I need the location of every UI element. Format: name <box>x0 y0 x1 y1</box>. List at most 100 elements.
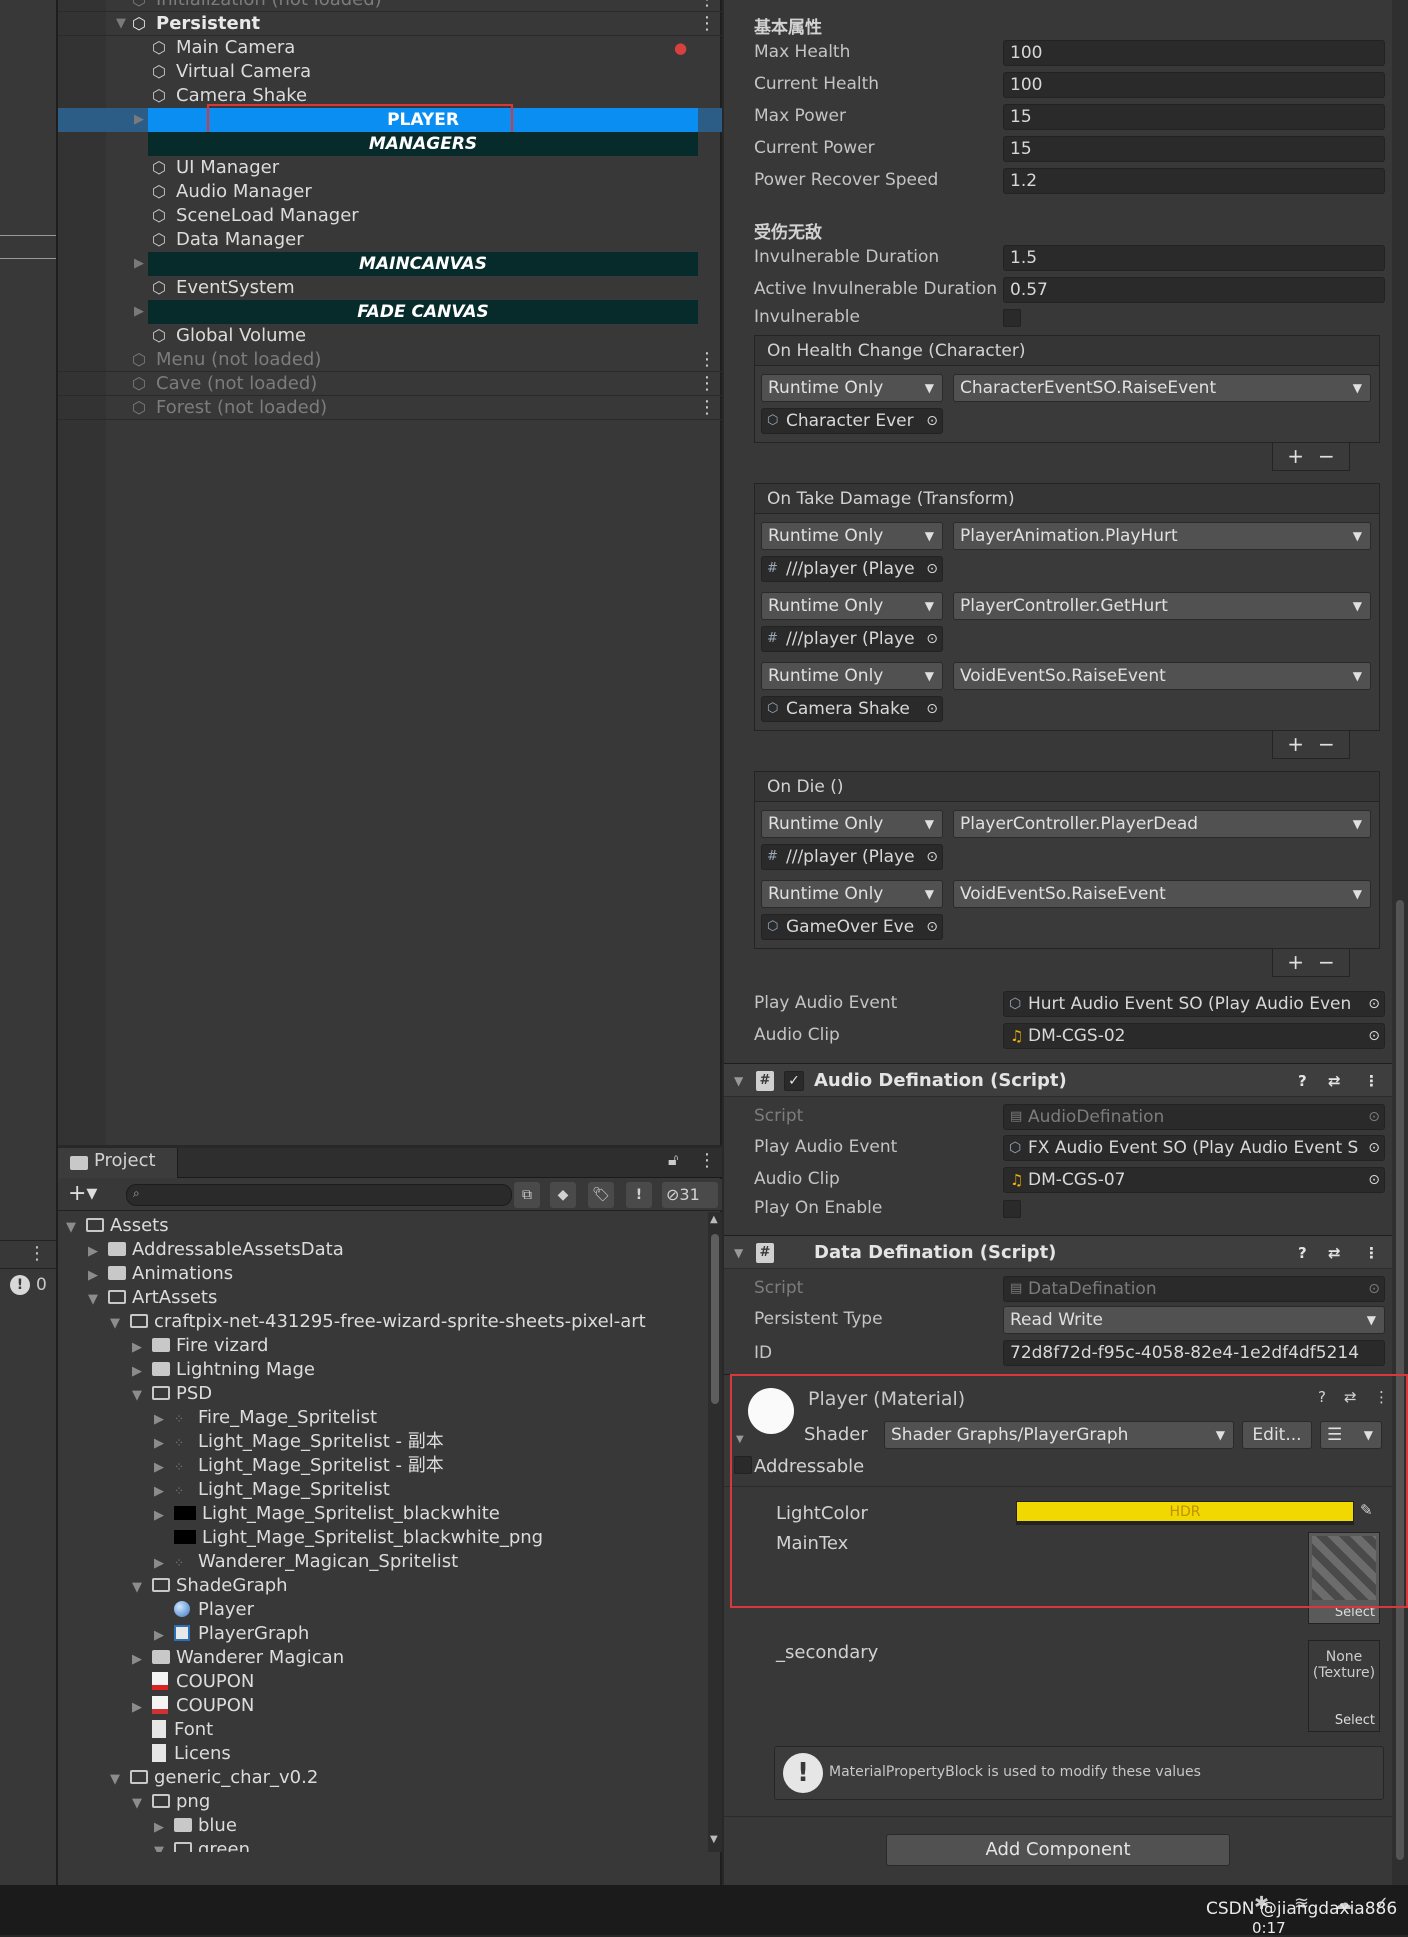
list-item[interactable]: Licens <box>132 1742 231 1766</box>
object-picker-icon[interactable]: ⊙ <box>926 915 938 939</box>
minus-icon[interactable]: − <box>1318 444 1335 468</box>
list-item[interactable]: ▼ ArtAssets <box>88 1286 217 1310</box>
foldout-icon[interactable]: ▼ <box>154 1840 168 1852</box>
hierarchy-row[interactable]: MAINCANVAS ▶ <box>58 252 722 276</box>
list-item[interactable]: ▼ Assets <box>66 1214 169 1238</box>
foldout-icon[interactable]: ▶ <box>154 1456 168 1480</box>
scroll-up-icon[interactable]: ▲ <box>710 1214 718 1225</box>
list-item[interactable]: Font <box>132 1718 213 1742</box>
object-picker-icon[interactable]: ⊙ <box>926 409 938 433</box>
audio-clip-field[interactable]: ♫ DM-CGS-07 ⊙ <box>1003 1167 1385 1193</box>
more-icon[interactable]: ⋮ <box>698 0 716 12</box>
enabled-checkbox[interactable]: ✓ <box>784 1071 804 1091</box>
object-picker-icon[interactable]: ⊙ <box>926 557 938 581</box>
hierarchy-row[interactable]: ⬡ Main Camera ● <box>58 36 722 60</box>
list-item[interactable]: ▶ ⁘ Light_Mage_Spritelist - 副本 <box>154 1430 444 1454</box>
plus-icon[interactable]: + <box>1287 950 1304 974</box>
target-object-field[interactable]: # ///player (Playe ⊙ <box>761 626 943 652</box>
list-item[interactable]: ▼ PSD <box>132 1382 212 1406</box>
hierarchy-row[interactable]: FADE CANVAS ▶ <box>58 300 722 324</box>
list-item[interactable]: ▶ ⁘ Light_Mage_Spritelist <box>154 1478 390 1502</box>
list-item[interactable]: ▼ craftpix-net-431295-free-wizard-sprite-… <box>110 1310 646 1334</box>
foldout-icon[interactable]: ▼ <box>734 1236 743 1270</box>
foldout-icon[interactable]: ▶ <box>132 1696 146 1720</box>
target-object-field[interactable]: ⬡ Camera Shake ⊙ <box>761 696 943 722</box>
warning-filter-icon[interactable]: ! <box>626 1182 652 1208</box>
foldout-icon[interactable]: ▶ <box>134 300 144 324</box>
target-object-field[interactable]: ⬡ Character Ever ⊙ <box>761 408 943 434</box>
plus-icon[interactable]: + <box>1287 732 1304 756</box>
object-picker-icon[interactable]: ⊙ <box>1368 1136 1380 1160</box>
hierarchy-row[interactable]: ⬡ SceneLoad Manager <box>58 204 722 228</box>
foldout-icon[interactable]: ▶ <box>154 1480 168 1504</box>
field-value[interactable]: 1.2 <box>1003 168 1385 194</box>
list-item[interactable]: ▶ Light_Mage_Spritelist_blackwhite <box>154 1502 500 1526</box>
foldout-icon[interactable]: ▼ <box>116 12 126 36</box>
object-picker-icon[interactable]: ⊙ <box>1368 992 1380 1016</box>
list-item[interactable]: ▶ Animations <box>88 1262 233 1286</box>
hierarchy-row[interactable]: PLAYER ▶ <box>58 104 722 138</box>
invulnerable-checkbox[interactable] <box>1003 309 1021 327</box>
function-dropdown[interactable]: PlayerController.GetHurt ▼ <box>953 592 1371 620</box>
help-icon[interactable]: ? <box>1298 1236 1307 1270</box>
select-button[interactable]: Select <box>1309 1713 1379 1728</box>
runtime-mode-dropdown[interactable]: Runtime Only ▼ <box>761 810 943 838</box>
more-icon[interactable]: ⋮ <box>698 396 716 420</box>
list-item[interactable]: Light_Mage_Spritelist_blackwhite_png <box>154 1526 543 1550</box>
list-item[interactable]: ▶ AddressableAssetsData <box>88 1238 344 1262</box>
list-item[interactable]: ▼ green <box>154 1838 250 1852</box>
runtime-mode-dropdown[interactable]: Runtime Only ▼ <box>761 374 943 402</box>
filter-by-label-icon[interactable]: 🏷︎ <box>588 1182 614 1208</box>
foldout-icon[interactable]: ▶ <box>154 1432 168 1456</box>
field-value[interactable]: 15 <box>1003 136 1385 162</box>
data-defination-header[interactable]: ▼ # Data Defination (Script) ? ⇄ ⋮ <box>724 1235 1408 1269</box>
more-icon[interactable]: ⋮ <box>698 12 716 36</box>
create-button[interactable]: +▾ <box>68 1181 97 1206</box>
more-icon[interactable]: ⋮ <box>698 1150 716 1171</box>
foldout-icon[interactable]: ▶ <box>132 1336 146 1360</box>
fx-audio-field[interactable]: ⬡ FX Audio Event SO (Play Audio Event S … <box>1003 1135 1385 1161</box>
tab-project[interactable]: Project <box>58 1148 178 1178</box>
function-dropdown[interactable]: CharacterEventSO.RaiseEvent ▼ <box>953 374 1371 402</box>
foldout-icon[interactable]: ▶ <box>154 1408 168 1432</box>
hierarchy-row[interactable]: ⬡ Virtual Camera <box>58 60 722 84</box>
foldout-icon[interactable]: ▼ <box>734 1064 743 1098</box>
foldout-icon[interactable]: ▼ <box>132 1384 146 1408</box>
object-picker-icon[interactable]: ⊙ <box>926 627 938 651</box>
foldout-icon[interactable]: ▶ <box>88 1240 102 1264</box>
hierarchy-row[interactable]: ⬡ Cave (not loaded) ⋮ <box>58 372 722 396</box>
list-item[interactable]: COUPON <box>132 1670 254 1694</box>
runtime-mode-dropdown[interactable]: Runtime Only ▼ <box>761 592 943 620</box>
hierarchy-row[interactable]: ⬡ UI Manager <box>58 156 722 180</box>
audio-defination-header[interactable]: ▼ # ✓ Audio Defination (Script) ? ⇄ ⋮ <box>724 1063 1408 1097</box>
list-item[interactable]: ▶ Wanderer Magican <box>132 1646 344 1670</box>
persistent-type-dropdown[interactable]: Read Write ▼ <box>1003 1306 1385 1334</box>
hierarchy-row[interactable]: ⬡ Audio Manager <box>58 180 722 204</box>
more-icon[interactable]: ⋮ <box>28 1243 46 1264</box>
filter-by-type-icon[interactable]: ◆ <box>550 1182 576 1208</box>
runtime-mode-dropdown[interactable]: Runtime Only ▼ <box>761 662 943 690</box>
foldout-icon[interactable]: ▼ <box>110 1768 124 1792</box>
more-icon[interactable]: ⋮ <box>1364 1236 1379 1270</box>
object-picker-icon[interactable]: ⊙ <box>1368 1168 1380 1192</box>
foldout-icon[interactable]: ▶ <box>132 1648 146 1672</box>
runtime-mode-dropdown[interactable]: Runtime Only ▼ <box>761 880 943 908</box>
field-value[interactable]: 1.5 <box>1003 245 1385 271</box>
field-value[interactable]: 15 <box>1003 104 1385 130</box>
hierarchy-row[interactable]: ⬡ Forest (not loaded) ⋮ <box>58 396 722 420</box>
foldout-icon[interactable]: ▶ <box>132 1360 146 1384</box>
secondary-slot[interactable]: None (Texture) Select <box>1308 1640 1380 1732</box>
project-scrollbar[interactable]: ▲ ▼ <box>708 1212 722 1852</box>
target-object-field[interactable]: # ///player (Playe ⊙ <box>761 844 943 870</box>
list-item[interactable]: ▶ blue <box>154 1814 237 1838</box>
function-dropdown[interactable]: PlayerController.PlayerDead ▼ <box>953 810 1371 838</box>
foldout-icon[interactable]: ▼ <box>132 1576 146 1600</box>
foldout-icon[interactable]: ▶ <box>88 1264 102 1288</box>
list-item[interactable]: ▶ Fire vizard <box>132 1334 269 1358</box>
foldout-icon[interactable]: ▶ <box>134 252 144 276</box>
hierarchy-row[interactable]: MANAGERS <box>58 132 722 156</box>
list-item[interactable]: ▶ COUPON <box>132 1694 254 1718</box>
hierarchy-row[interactable]: ⬡ EventSystem <box>58 276 722 300</box>
search-by-scene-icon[interactable]: ⧉ <box>514 1182 540 1208</box>
list-item[interactable]: ▶ PlayerGraph <box>154 1622 309 1646</box>
